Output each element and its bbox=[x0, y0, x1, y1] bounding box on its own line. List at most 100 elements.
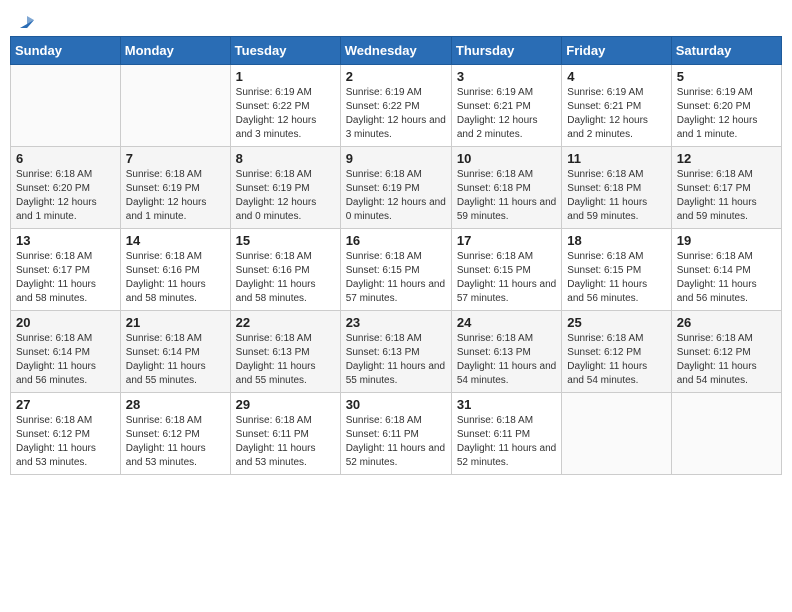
day-number: 14 bbox=[126, 233, 225, 248]
day-info: Sunrise: 6:18 AM Sunset: 6:15 PM Dayligh… bbox=[346, 250, 446, 306]
logo bbox=[14, 10, 38, 28]
calendar-cell: 22 Sunrise: 6:18 AM Sunset: 6:13 PM Dayli… bbox=[230, 311, 340, 393]
weekday-header-sunday: Sunday bbox=[11, 37, 121, 65]
calendar-cell: 7Sunrise: 6:18 AM Sunset: 6:19 PM Daylig… bbox=[120, 147, 230, 229]
calendar-cell: 29Sunrise: 6:18 AM Sunset: 6:11 PM Dayli… bbox=[230, 393, 340, 475]
day-number: 19 bbox=[677, 233, 776, 248]
calendar-cell: 1 Sunrise: 6:19 AM Sunset: 6:22 PM Daylig… bbox=[230, 65, 340, 147]
day-info: Sunrise: 6:18 AM Sunset: 6:19 PM Dayligh… bbox=[236, 168, 335, 224]
calendar-cell: 16Sunrise: 6:18 AM Sunset: 6:15 PM Dayli… bbox=[340, 229, 451, 311]
day-number: 24 bbox=[457, 315, 556, 330]
calendar-cell: 21 Sunrise: 6:18 AM Sunset: 6:14 PM Dayli… bbox=[120, 311, 230, 393]
calendar-cell: 8 Sunrise: 6:18 AM Sunset: 6:19 PM Daylig… bbox=[230, 147, 340, 229]
day-number: 8 bbox=[236, 151, 335, 166]
day-info: Sunrise: 6:18 AM Sunset: 6:12 PM Dayligh… bbox=[567, 332, 665, 388]
day-info: Sunrise: 6:19 AM Sunset: 6:21 PM Dayligh… bbox=[567, 86, 665, 142]
calendar-cell: 13 Sunrise: 6:18 AM Sunset: 6:17 PM Dayli… bbox=[11, 229, 121, 311]
day-number: 13 bbox=[16, 233, 115, 248]
day-number: 21 bbox=[126, 315, 225, 330]
calendar-cell: 14 Sunrise: 6:18 AM Sunset: 6:16 PM Dayli… bbox=[120, 229, 230, 311]
day-number: 6 bbox=[16, 151, 115, 166]
day-info: Sunrise: 6:18 AM Sunset: 6:14 PM Dayligh… bbox=[16, 332, 115, 388]
calendar-cell: 17 Sunrise: 6:18 AM Sunset: 6:15 PM Dayli… bbox=[451, 229, 561, 311]
calendar-cell bbox=[562, 393, 671, 475]
weekday-header-friday: Friday bbox=[562, 37, 671, 65]
day-number: 25 bbox=[567, 315, 665, 330]
day-info: Sunrise: 6:18 AM Sunset: 6:19 PM Dayligh… bbox=[346, 168, 446, 224]
day-info: Sunrise: 6:18 AM Sunset: 6:12 PM Dayligh… bbox=[16, 414, 115, 470]
weekday-header-monday: Monday bbox=[120, 37, 230, 65]
calendar-cell: 23 Sunrise: 6:18 AM Sunset: 6:13 PM Dayli… bbox=[340, 311, 451, 393]
day-info: Sunrise: 6:18 AM Sunset: 6:18 PM Dayligh… bbox=[457, 168, 556, 224]
calendar-cell: 3 Sunrise: 6:19 AM Sunset: 6:21 PM Daylig… bbox=[451, 65, 561, 147]
calendar-cell: 24 Sunrise: 6:18 AM Sunset: 6:13 PM Dayli… bbox=[451, 311, 561, 393]
calendar-cell bbox=[671, 393, 781, 475]
day-number: 5 bbox=[677, 69, 776, 84]
calendar-cell: 31 Sunrise: 6:18 AM Sunset: 6:11 PM Dayli… bbox=[451, 393, 561, 475]
calendar-cell: 2 Sunrise: 6:19 AM Sunset: 6:22 PM Daylig… bbox=[340, 65, 451, 147]
weekday-header-thursday: Thursday bbox=[451, 37, 561, 65]
page-header bbox=[10, 10, 782, 28]
day-info: Sunrise: 6:19 AM Sunset: 6:20 PM Dayligh… bbox=[677, 86, 776, 142]
calendar-cell: 4 Sunrise: 6:19 AM Sunset: 6:21 PM Daylig… bbox=[562, 65, 671, 147]
day-info: Sunrise: 6:19 AM Sunset: 6:21 PM Dayligh… bbox=[457, 86, 556, 142]
day-number: 4 bbox=[567, 69, 665, 84]
calendar-cell: 27 Sunrise: 6:18 AM Sunset: 6:12 PM Dayli… bbox=[11, 393, 121, 475]
day-info: Sunrise: 6:18 AM Sunset: 6:15 PM Dayligh… bbox=[457, 250, 556, 306]
day-info: Sunrise: 6:18 AM Sunset: 6:12 PM Dayligh… bbox=[677, 332, 776, 388]
day-number: 31 bbox=[457, 397, 556, 412]
calendar-cell: 30 Sunrise: 6:18 AM Sunset: 6:11 PM Dayli… bbox=[340, 393, 451, 475]
day-number: 9 bbox=[346, 151, 446, 166]
day-info: Sunrise: 6:18 AM Sunset: 6:17 PM Dayligh… bbox=[677, 168, 776, 224]
day-info: Sunrise: 6:19 AM Sunset: 6:22 PM Dayligh… bbox=[236, 86, 335, 142]
calendar-cell: 11Sunrise: 6:18 AM Sunset: 6:18 PM Dayli… bbox=[562, 147, 671, 229]
day-info: Sunrise: 6:19 AM Sunset: 6:22 PM Dayligh… bbox=[346, 86, 446, 142]
calendar-header-row: SundayMondayTuesdayWednesdayThursdayFrid… bbox=[11, 37, 782, 65]
day-number: 17 bbox=[457, 233, 556, 248]
calendar-week-row: 1 Sunrise: 6:19 AM Sunset: 6:22 PM Daylig… bbox=[11, 65, 782, 147]
day-number: 2 bbox=[346, 69, 446, 84]
weekday-header-saturday: Saturday bbox=[671, 37, 781, 65]
day-info: Sunrise: 6:18 AM Sunset: 6:12 PM Dayligh… bbox=[126, 414, 225, 470]
calendar-cell bbox=[11, 65, 121, 147]
day-number: 27 bbox=[16, 397, 115, 412]
weekday-header-tuesday: Tuesday bbox=[230, 37, 340, 65]
day-number: 28 bbox=[126, 397, 225, 412]
weekday-header-wednesday: Wednesday bbox=[340, 37, 451, 65]
day-number: 3 bbox=[457, 69, 556, 84]
day-info: Sunrise: 6:18 AM Sunset: 6:16 PM Dayligh… bbox=[236, 250, 335, 306]
day-info: Sunrise: 6:18 AM Sunset: 6:18 PM Dayligh… bbox=[567, 168, 665, 224]
calendar-cell: 10Sunrise: 6:18 AM Sunset: 6:18 PM Dayli… bbox=[451, 147, 561, 229]
day-info: Sunrise: 6:18 AM Sunset: 6:16 PM Dayligh… bbox=[126, 250, 225, 306]
calendar-week-row: 27 Sunrise: 6:18 AM Sunset: 6:12 PM Dayli… bbox=[11, 393, 782, 475]
calendar-cell: 15Sunrise: 6:18 AM Sunset: 6:16 PM Dayli… bbox=[230, 229, 340, 311]
day-info: Sunrise: 6:18 AM Sunset: 6:14 PM Dayligh… bbox=[677, 250, 776, 306]
day-number: 1 bbox=[236, 69, 335, 84]
day-info: Sunrise: 6:18 AM Sunset: 6:15 PM Dayligh… bbox=[567, 250, 665, 306]
day-info: Sunrise: 6:18 AM Sunset: 6:13 PM Dayligh… bbox=[236, 332, 335, 388]
calendar-cell: 19 Sunrise: 6:18 AM Sunset: 6:14 PM Dayli… bbox=[671, 229, 781, 311]
day-info: Sunrise: 6:18 AM Sunset: 6:13 PM Dayligh… bbox=[346, 332, 446, 388]
day-info: Sunrise: 6:18 AM Sunset: 6:14 PM Dayligh… bbox=[126, 332, 225, 388]
day-info: Sunrise: 6:18 AM Sunset: 6:11 PM Dayligh… bbox=[346, 414, 446, 470]
day-number: 26 bbox=[677, 315, 776, 330]
day-number: 12 bbox=[677, 151, 776, 166]
day-info: Sunrise: 6:18 AM Sunset: 6:19 PM Dayligh… bbox=[126, 168, 225, 224]
calendar-cell: 20 Sunrise: 6:18 AM Sunset: 6:14 PM Dayli… bbox=[11, 311, 121, 393]
day-number: 29 bbox=[236, 397, 335, 412]
day-number: 20 bbox=[16, 315, 115, 330]
calendar-table: SundayMondayTuesdayWednesdayThursdayFrid… bbox=[10, 36, 782, 475]
day-number: 30 bbox=[346, 397, 446, 412]
day-info: Sunrise: 6:18 AM Sunset: 6:17 PM Dayligh… bbox=[16, 250, 115, 306]
day-info: Sunrise: 6:18 AM Sunset: 6:11 PM Dayligh… bbox=[457, 414, 556, 470]
day-number: 18 bbox=[567, 233, 665, 248]
calendar-cell: 5 Sunrise: 6:19 AM Sunset: 6:20 PM Daylig… bbox=[671, 65, 781, 147]
calendar-cell: 25 Sunrise: 6:18 AM Sunset: 6:12 PM Dayli… bbox=[562, 311, 671, 393]
day-number: 23 bbox=[346, 315, 446, 330]
calendar-cell: 26 Sunrise: 6:18 AM Sunset: 6:12 PM Dayli… bbox=[671, 311, 781, 393]
calendar-cell: 6Sunrise: 6:18 AM Sunset: 6:20 PM Daylig… bbox=[11, 147, 121, 229]
calendar-cell bbox=[120, 65, 230, 147]
calendar-cell: 12 Sunrise: 6:18 AM Sunset: 6:17 PM Dayli… bbox=[671, 147, 781, 229]
day-number: 22 bbox=[236, 315, 335, 330]
day-info: Sunrise: 6:18 AM Sunset: 6:13 PM Dayligh… bbox=[457, 332, 556, 388]
